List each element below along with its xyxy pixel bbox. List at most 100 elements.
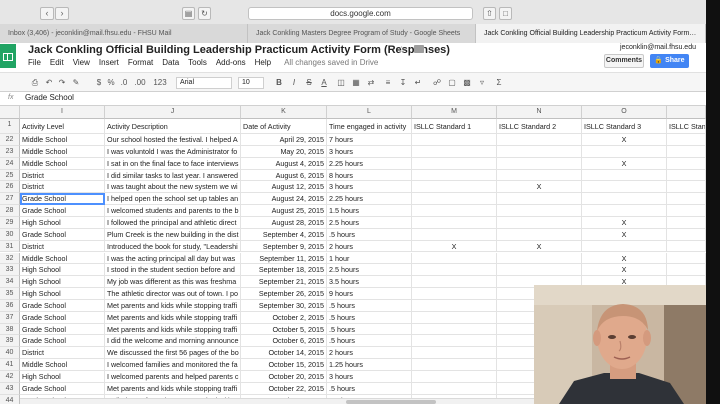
undo-icon[interactable]: ↶	[44, 77, 54, 88]
table-cell-desc[interactable]: I sat in on the final face to face inter…	[105, 157, 241, 170]
table-cell-time[interactable]: .5 hours	[327, 382, 412, 395]
table-cell-o[interactable]: X	[582, 252, 667, 265]
number-format[interactable]: 123	[151, 77, 169, 88]
row-number[interactable]: 34	[0, 276, 20, 289]
table-cell-date[interactable]: August 4, 2015	[241, 157, 327, 170]
row-number[interactable]: 42	[0, 371, 20, 383]
column-header-k[interactable]: K	[241, 106, 327, 119]
table-cell-desc[interactable]: I stood in the student section before an…	[105, 264, 241, 277]
functions-icon[interactable]: Σ	[492, 77, 506, 88]
table-cell-level[interactable]: Middle School	[20, 134, 105, 146]
table-cell-level[interactable]: District	[20, 347, 105, 360]
font-select[interactable]: Arial	[176, 77, 232, 89]
strikethrough-button[interactable]: S	[304, 77, 314, 88]
table-cell-date[interactable]: October 5, 2015	[241, 323, 327, 336]
table-cell-date[interactable]: October 14, 2015	[241, 347, 327, 360]
text-color-button[interactable]: A	[319, 77, 329, 88]
menu-view[interactable]: View	[73, 58, 90, 68]
redo-icon[interactable]: ↷	[57, 77, 67, 88]
table-cell-time[interactable]: 3 hours	[327, 371, 412, 383]
table-cell-desc[interactable]: Met parents and kids while stopping traf…	[105, 311, 241, 324]
table-cell-level[interactable]: Middle School	[20, 359, 105, 371]
table-cell-level[interactable]: High School	[20, 216, 105, 229]
table-cell-m[interactable]	[412, 323, 497, 336]
fill-color-icon[interactable]: ◫	[336, 77, 346, 88]
table-cell-n[interactable]	[497, 252, 582, 265]
table-cell-p[interactable]	[667, 169, 706, 182]
table-cell-m[interactable]	[412, 335, 497, 348]
table-cell-p[interactable]	[667, 157, 706, 170]
table-cell-n[interactable]	[497, 145, 582, 158]
table-cell-level[interactable]: District	[20, 240, 105, 253]
table-cell-desc[interactable]: I helped open the school set up tables a…	[105, 193, 241, 206]
table-cell-m[interactable]	[412, 276, 497, 289]
insert-comment-icon[interactable]: ▢	[447, 77, 457, 88]
table-cell-time[interactable]: 3.5 hours	[327, 276, 412, 289]
table-cell-o[interactable]	[582, 193, 667, 206]
table-cell-n[interactable]	[497, 228, 582, 241]
table-cell-desc[interactable]: I was voluntold I was the Administrator …	[105, 145, 241, 158]
select-all-corner[interactable]	[0, 106, 20, 119]
tab-practicum-responses[interactable]: Jack Conkling Official Building Leadersh…	[476, 24, 706, 43]
table-cell-desc[interactable]: Introduced the book for study, "Leadersh…	[105, 240, 241, 253]
row-number[interactable]: 26	[0, 181, 20, 194]
table-cell-m[interactable]	[412, 193, 497, 206]
italic-button[interactable]: I	[289, 77, 299, 88]
row-number[interactable]: 36	[0, 299, 20, 312]
table-cell-level[interactable]: Grade School	[20, 193, 105, 206]
align-icon[interactable]: ≡	[383, 77, 393, 88]
star-icon[interactable]: ☆	[397, 45, 406, 56]
row-number[interactable]: 22	[0, 134, 20, 146]
column-header-m[interactable]: M	[412, 106, 497, 119]
row-number[interactable]: 24	[0, 157, 20, 170]
table-cell-n[interactable]	[497, 169, 582, 182]
tabs-overview-icon[interactable]: □	[499, 7, 512, 20]
sheets-logo-icon[interactable]	[0, 44, 16, 68]
table-cell-desc[interactable]: Met parents and kids while stopping traf…	[105, 382, 241, 395]
increase-decimal[interactable]: .00	[132, 77, 148, 88]
table-cell-m[interactable]	[412, 134, 497, 146]
comments-button[interactable]: Comments	[604, 54, 644, 68]
table-cell-desc[interactable]: I did the welcome and morning announce	[105, 335, 241, 348]
table-cell-m[interactable]	[412, 382, 497, 395]
table-cell-p[interactable]	[667, 205, 706, 217]
table-cell-m[interactable]	[412, 264, 497, 277]
table-cell-level[interactable]: High School	[20, 264, 105, 277]
row-number[interactable]: 40	[0, 347, 20, 360]
table-cell-m[interactable]: X	[412, 240, 497, 253]
table-cell-p[interactable]	[667, 193, 706, 206]
row-number[interactable]: 41	[0, 359, 20, 371]
table-cell-desc[interactable]: I followed the principal and athletic di…	[105, 216, 241, 229]
borders-icon[interactable]: ▦	[351, 77, 361, 88]
table-cell-n[interactable]	[497, 216, 582, 229]
column-header-i[interactable]: I	[20, 106, 105, 119]
table-cell-desc[interactable]: My job was different as this was freshma	[105, 276, 241, 289]
table-cell-o[interactable]: X	[582, 264, 667, 277]
table-cell-m[interactable]	[412, 288, 497, 300]
table-cell-time[interactable]: .5 hours	[327, 299, 412, 312]
table-cell-desc[interactable]: Met parents and kids while stopping traf…	[105, 323, 241, 336]
table-cell-desc[interactable]: We discussed the first 56 pages of the b…	[105, 347, 241, 360]
table-cell-level[interactable]: Grade School	[20, 299, 105, 312]
table-cell-m[interactable]	[412, 347, 497, 360]
tab-inbox[interactable]: Inbox (3,406) - jeconklin@mail.fhsu.edu …	[0, 24, 248, 43]
table-cell-m[interactable]	[412, 228, 497, 241]
row-number[interactable]: 29	[0, 216, 20, 229]
header-cell[interactable]: Activity Level	[20, 119, 105, 134]
table-cell-date[interactable]: August 12, 2015	[241, 181, 327, 194]
table-cell-time[interactable]: 2 hours	[327, 240, 412, 253]
row-number[interactable]: 39	[0, 335, 20, 348]
table-cell-m[interactable]	[412, 299, 497, 312]
formula-input[interactable]: Grade School	[25, 93, 74, 102]
table-cell-n[interactable]	[497, 157, 582, 170]
table-cell-m[interactable]	[412, 252, 497, 265]
row-number[interactable]: 32	[0, 252, 20, 265]
scrollbar-thumb[interactable]	[346, 400, 436, 404]
menu-help[interactable]: Help	[255, 58, 271, 68]
share-page-icon[interactable]: ⇧	[483, 7, 496, 20]
row-number[interactable]: 38	[0, 323, 20, 336]
header-cell[interactable]: ISLLC Standard 1	[412, 119, 497, 134]
table-cell-p[interactable]	[667, 252, 706, 265]
valign-icon[interactable]: ↧	[398, 77, 408, 88]
address-bar[interactable]: docs.google.com	[248, 7, 473, 20]
